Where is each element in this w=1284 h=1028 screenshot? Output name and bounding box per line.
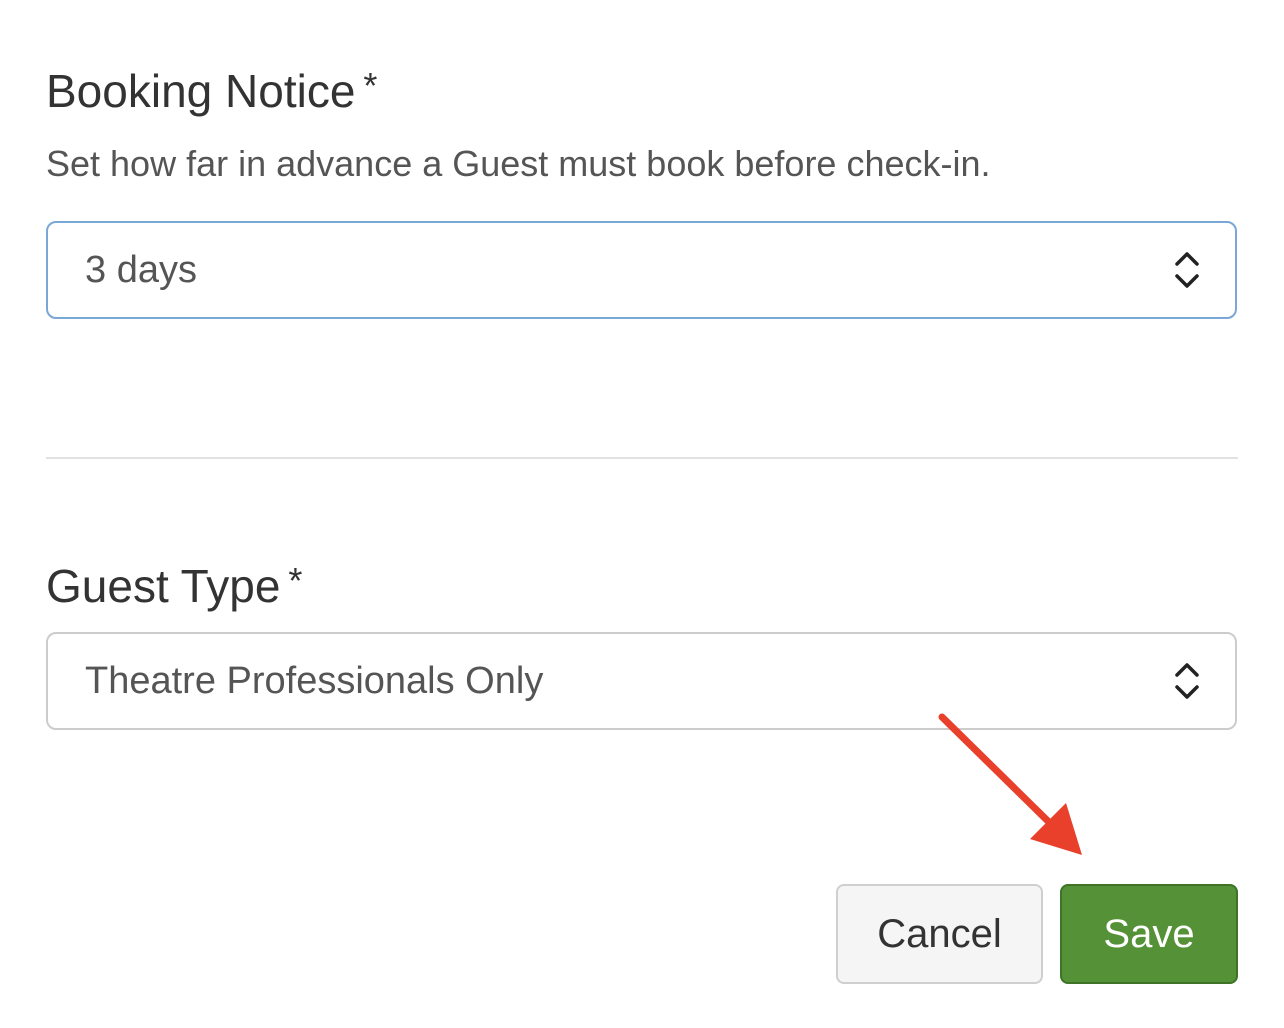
chevron-up-down-icon	[1175, 663, 1199, 699]
booking-notice-help-text: Set how far in advance a Guest must book…	[46, 143, 991, 184]
required-asterisk: *	[288, 560, 303, 601]
cancel-button[interactable]: Cancel	[836, 884, 1043, 984]
save-button[interactable]: Save	[1060, 884, 1238, 984]
guest-type-heading: Guest Type *	[46, 560, 303, 612]
settings-form: Booking Notice * Set how far in advance a…	[0, 0, 1284, 1028]
booking-notice-title: Booking Notice	[46, 65, 356, 117]
chevron-up-down-icon	[1175, 252, 1199, 288]
booking-notice-selected-value: 3 days	[85, 248, 197, 291]
booking-notice-select[interactable]: 3 days	[46, 221, 1237, 319]
section-divider	[46, 457, 1238, 459]
guest-type-title: Guest Type	[46, 560, 281, 612]
guest-type-selected-value: Theatre Professionals Only	[85, 659, 544, 702]
required-asterisk: *	[363, 65, 378, 106]
booking-notice-heading: Booking Notice *	[46, 65, 378, 117]
guest-type-select[interactable]: Theatre Professionals Only	[46, 632, 1237, 730]
